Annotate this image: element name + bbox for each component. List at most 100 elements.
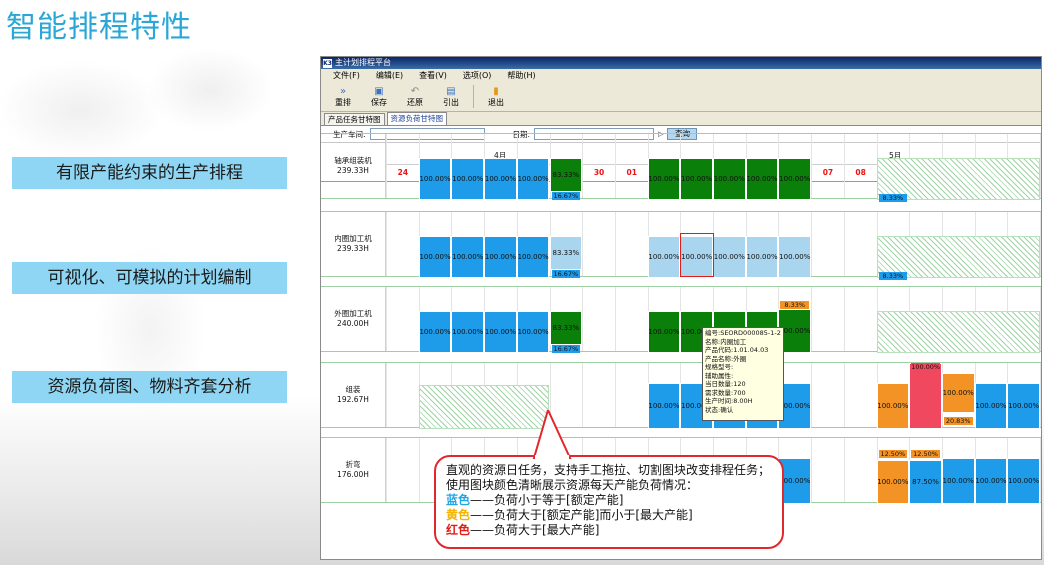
- load-cell[interactable]: 87.50%: [909, 460, 942, 504]
- load-cell[interactable]: 100.00%: [516, 158, 550, 200]
- menu-file[interactable]: 文件(F): [331, 69, 362, 82]
- grid-line: [614, 287, 616, 351]
- grid-line: [582, 212, 584, 276]
- load-cell[interactable]: [909, 363, 942, 429]
- tab-product-gantt[interactable]: 产品任务甘特图: [324, 113, 385, 125]
- menu-options[interactable]: 选项(O): [461, 69, 494, 82]
- toolbar-separator: [473, 85, 474, 108]
- load-cell[interactable]: 83.33%: [549, 311, 583, 345]
- load-subbar: 8.33%: [878, 272, 908, 280]
- grid-line: [843, 134, 845, 198]
- legend-yellow-word: 黄色: [446, 508, 471, 522]
- grid-line: [843, 363, 845, 427]
- load-cell[interactable]: 100.00%: [941, 458, 975, 504]
- grid-line: [811, 438, 813, 502]
- load-cell[interactable]: 100.00%: [484, 311, 517, 353]
- undo-icon: ↶: [410, 85, 420, 97]
- load-cell[interactable]: 100.00%: [484, 158, 517, 200]
- load-cell[interactable]: 100.00%: [451, 236, 485, 278]
- resource-label: 轴承组装机 239.33H: [321, 134, 386, 198]
- load-cell[interactable]: 100.00%: [941, 373, 975, 413]
- save-button[interactable]: ▣ 保存: [363, 82, 395, 111]
- grid-line: [418, 438, 420, 502]
- toolbar: » 重排 ▣ 保存 ↶ 还原 ▤ 引出 ▮ 退出: [321, 82, 1041, 112]
- legend-blue-desc: ——负荷小于等于[额定产能]: [470, 493, 624, 507]
- resource-row: 轴承组装机 239.33H 100.00% 100.00% 100.00% 100.00%…: [321, 133, 1041, 202]
- load-cell[interactable]: 100.00%: [484, 236, 517, 278]
- grid-line: [843, 287, 845, 351]
- tab-resource-gantt[interactable]: 资源负荷甘特图: [386, 112, 447, 125]
- load-cell[interactable]: 100.00%: [713, 236, 746, 278]
- grid-line: [1040, 134, 1041, 198]
- load-cell[interactable]: 100.00%: [778, 236, 812, 278]
- grid-line: [811, 212, 813, 276]
- exit-button[interactable]: ▮ 退出: [480, 82, 512, 111]
- exit-label: 退出: [488, 97, 504, 107]
- grid-line: [811, 134, 813, 198]
- load-subbar: 16.67%: [551, 345, 581, 353]
- tooltip-line: 名称:内圈加工: [705, 337, 747, 346]
- load-cell[interactable]: 100.00%: [418, 158, 452, 200]
- slide-title: 智能排程特性: [6, 10, 192, 45]
- export-label: 引出: [443, 97, 459, 107]
- exit-icon: ▮: [493, 85, 499, 97]
- load-cell[interactable]: 100.00%: [876, 383, 910, 429]
- load-cell[interactable]: 100.00%: [451, 311, 485, 353]
- load-subbar: 8.33%: [878, 194, 908, 202]
- legend-red: 红色——负荷大于[最大产能]: [446, 523, 772, 538]
- selected-task-highlight[interactable]: [680, 233, 714, 277]
- load-cell[interactable]: 83.33%: [549, 158, 583, 192]
- load-cell[interactable]: 100.00%: [451, 158, 485, 200]
- callout-intro: 直观的资源日任务，支持手工拖拉、切割图块改变排程任务；使用图块颜色清晰展示资源每…: [446, 463, 771, 492]
- menu-help[interactable]: 帮助(H): [505, 69, 537, 82]
- grid-line: [1040, 363, 1041, 427]
- load-cell[interactable]: 100.00%: [647, 311, 681, 353]
- resource-row: 外圈加工机 240.00H 100.00% 100.00% 100.00% 100.00%…: [321, 286, 1041, 353]
- load-cell[interactable]: 100.00%: [418, 236, 452, 278]
- tooltip-line: 需求数量:700: [705, 388, 746, 397]
- load-cell[interactable]: 100.00%: [876, 460, 910, 504]
- load-cell[interactable]: 100.00%: [713, 158, 746, 200]
- load-cell[interactable]: 100.00%: [647, 236, 681, 278]
- legend-red-desc: ——负荷大于[最大产能]: [470, 523, 600, 537]
- export-button[interactable]: ▤ 引出: [435, 82, 467, 111]
- load-cell[interactable]: 83.33%: [549, 236, 583, 270]
- load-subbar: 8.33%: [780, 301, 810, 309]
- grid-line: [386, 287, 387, 351]
- load-cell[interactable]: 100.00%: [680, 158, 713, 200]
- grid-line: [1040, 438, 1041, 502]
- menu-view[interactable]: 查看(V): [417, 69, 449, 82]
- load-cell[interactable]: 100.00%: [516, 236, 550, 278]
- undo-button[interactable]: ↶ 还原: [399, 82, 431, 111]
- load-cell[interactable]: 100.00%: [647, 383, 681, 429]
- load-cell[interactable]: 100.00%: [974, 383, 1008, 429]
- legend-blue-word: 蓝色: [446, 493, 471, 507]
- load-subbar: 100.00%: [911, 363, 941, 371]
- load-cell[interactable]: 100.00%: [778, 158, 812, 200]
- load-cell[interactable]: 100.00%: [1007, 458, 1040, 504]
- load-cell[interactable]: 100.00%: [418, 311, 452, 353]
- resource-hours: 176.00H: [337, 470, 369, 479]
- load-cell[interactable]: 100.00%: [745, 158, 779, 200]
- load-cell[interactable]: 100.00%: [745, 236, 779, 278]
- window-title: 主计划排程平台: [335, 58, 391, 67]
- feature-finite-capacity: 有限产能约束的生产排程: [12, 157, 287, 189]
- load-cell[interactable]: 100.00%: [647, 158, 681, 200]
- resource-label: 组装 192.67H: [321, 363, 386, 427]
- task-tooltip: 编号:SEORD000085-1-2 名称:内圈加工 产品代码:1.01.04.03…: [702, 327, 784, 421]
- grid-line: [811, 287, 813, 351]
- load-cell[interactable]: 100.00%: [974, 458, 1008, 504]
- rearrange-icon: »: [339, 85, 347, 97]
- menu-edit[interactable]: 编辑(E): [374, 69, 405, 82]
- rearrange-button[interactable]: » 重排: [327, 82, 359, 111]
- load-cell[interactable]: 100.00%: [516, 311, 550, 353]
- grid-line: [1040, 287, 1041, 351]
- legend-red-word: 红色: [446, 523, 471, 537]
- resource-hours: 192.67H: [337, 395, 369, 404]
- resource-name: 折弯: [345, 460, 361, 469]
- load-subbar: 12.50%: [878, 450, 908, 458]
- undo-label: 还原: [407, 97, 423, 107]
- window-titlebar: K3 主计划排程平台: [321, 57, 1041, 69]
- grid-line: [614, 212, 616, 276]
- load-cell[interactable]: 100.00%: [1007, 383, 1040, 429]
